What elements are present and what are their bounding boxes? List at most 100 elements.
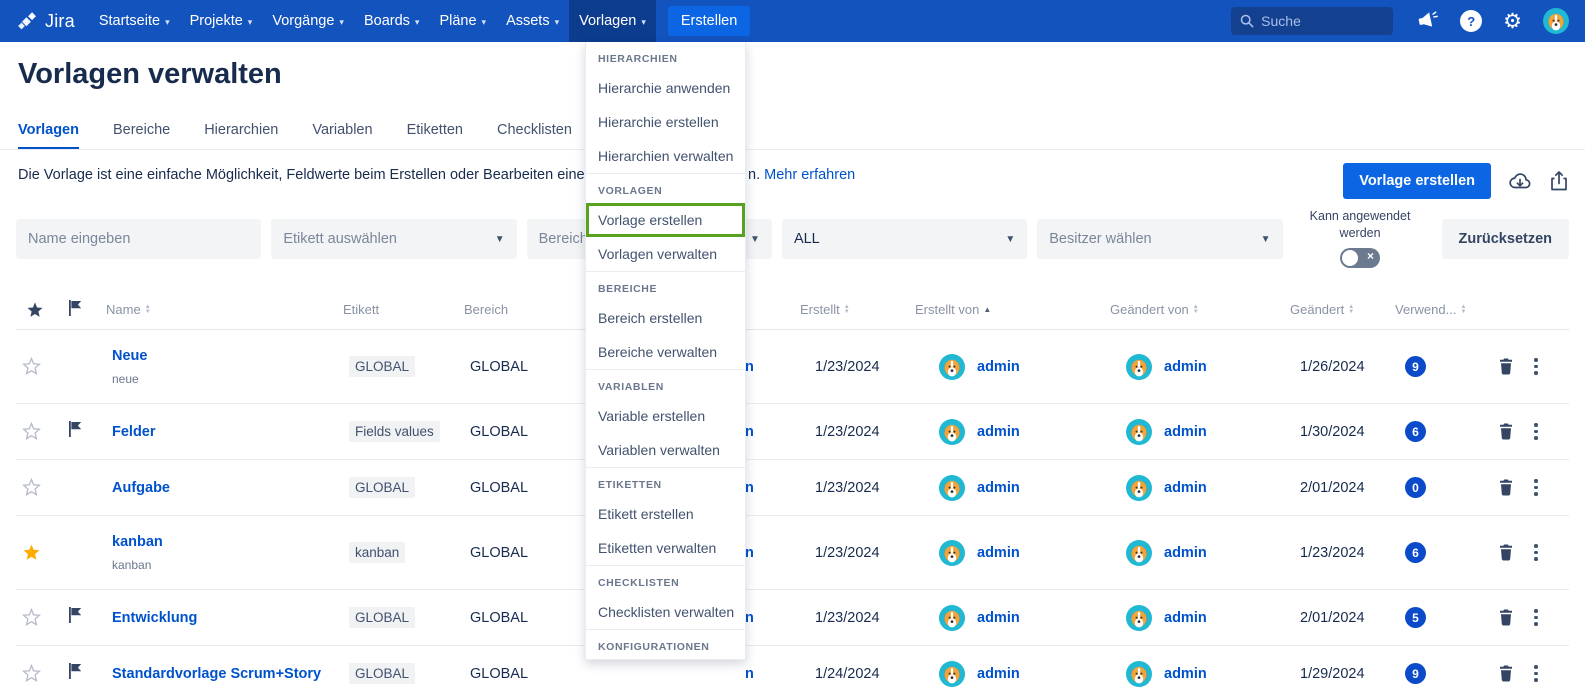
covered-link-fragment[interactable]: n: [745, 424, 754, 440]
created-by-link[interactable]: admin: [977, 610, 1020, 626]
star-toggle-button[interactable]: [22, 664, 60, 683]
template-name-link[interactable]: Felder: [112, 424, 156, 440]
tab-bereiche[interactable]: Bereiche: [113, 122, 170, 149]
nav-search-box[interactable]: [1231, 7, 1393, 35]
nav-menu-item-projekte[interactable]: Projekte ▾: [180, 0, 263, 42]
menu-item-vorlagen-verwalten[interactable]: Vorlagen verwalten: [586, 237, 745, 271]
modified-by-link[interactable]: admin: [1164, 545, 1207, 561]
kebab-menu-icon[interactable]: [1534, 544, 1538, 561]
menu-item-variable-erstellen[interactable]: Variable erstellen: [586, 399, 745, 433]
menu-item-hierarchien-verwalten[interactable]: Hierarchien verwalten: [586, 139, 745, 173]
trash-icon[interactable]: [1498, 358, 1514, 375]
settings-gear-icon[interactable]: ⚙: [1503, 11, 1522, 32]
learn-more-link[interactable]: Mehr erfahren: [764, 167, 855, 183]
nav-menu-item-pläne[interactable]: Pläne ▾: [429, 0, 496, 42]
created-by-link[interactable]: admin: [977, 424, 1020, 440]
menu-item-etiketten-verwalten[interactable]: Etiketten verwalten: [586, 531, 745, 565]
menu-item-variablen-verwalten[interactable]: Variablen verwalten: [586, 433, 745, 467]
template-name-link[interactable]: Standardvorlage Scrum+Story: [112, 666, 321, 682]
menu-item-hierarchie-anwenden[interactable]: Hierarchie anwenden: [586, 71, 745, 105]
menu-item-checklisten-verwalten[interactable]: Checklisten verwalten: [586, 595, 745, 629]
trash-icon[interactable]: [1498, 609, 1514, 626]
covered-link-fragment[interactable]: n: [745, 610, 754, 626]
template-name-link[interactable]: kanban: [112, 534, 163, 550]
user-avatar[interactable]: [1543, 8, 1569, 34]
template-name-link[interactable]: Aufgabe: [112, 480, 170, 496]
table-row: Felder Fields values GLOBAL n 1/23/2024 …: [16, 404, 1569, 460]
nav-menu-item-vorlagen[interactable]: Vorlagen ▾: [569, 0, 656, 42]
name-filter-field[interactable]: [16, 219, 261, 259]
tab-vorlagen[interactable]: Vorlagen: [18, 122, 79, 149]
covered-link-fragment[interactable]: n: [745, 545, 754, 561]
menu-item-etikett-erstellen[interactable]: Etikett erstellen: [586, 497, 745, 531]
created-by-link[interactable]: admin: [977, 666, 1020, 682]
menu-item-vorlage-erstellen[interactable]: Vorlage erstellen: [586, 203, 745, 237]
trash-icon[interactable]: [1498, 479, 1514, 496]
modified-by-link[interactable]: admin: [1164, 480, 1207, 496]
kebab-menu-icon[interactable]: [1534, 423, 1538, 440]
template-name-link[interactable]: Neue: [112, 348, 147, 364]
create-template-button[interactable]: Vorlage erstellen: [1343, 163, 1491, 199]
kebab-menu-icon[interactable]: [1534, 665, 1538, 682]
help-icon[interactable]: ?: [1460, 10, 1482, 32]
label-filter-select[interactable]: Etikett auswählen ▼: [271, 219, 516, 259]
covered-link-fragment[interactable]: n: [745, 480, 754, 496]
covered-link-fragment[interactable]: n: [745, 359, 754, 375]
create-button[interactable]: Erstellen: [668, 6, 750, 36]
tab-bar: Vorlagen Bereiche Hierarchien Variablen …: [0, 116, 1585, 150]
cloud-download-icon[interactable]: [1508, 170, 1532, 192]
kebab-menu-icon[interactable]: [1534, 479, 1538, 496]
menu-item-bereich-erstellen[interactable]: Bereich erstellen: [586, 301, 745, 335]
status-filter-select[interactable]: ALL ▼: [782, 219, 1027, 259]
covered-link-fragment[interactable]: n: [745, 666, 754, 682]
star-toggle-button[interactable]: [22, 422, 60, 441]
megaphone-icon[interactable]: [1417, 11, 1439, 31]
star-toggle-button[interactable]: [22, 478, 60, 497]
star-toggle-button[interactable]: [22, 608, 60, 627]
column-header-name[interactable]: Name ▲▼: [106, 302, 343, 317]
modified-by-link[interactable]: admin: [1164, 610, 1207, 626]
modified-by-link[interactable]: admin: [1164, 424, 1207, 440]
top-navigation-bar: Jira Startseite ▾ Projekte ▾ Vorgänge ▾ …: [0, 0, 1585, 42]
column-header-geändert-von[interactable]: Geändert von ▲▼: [1110, 302, 1290, 317]
star-toggle-button[interactable]: [22, 543, 60, 562]
nav-menu-item-vorgänge[interactable]: Vorgänge ▾: [262, 0, 354, 42]
trash-icon[interactable]: [1498, 423, 1514, 440]
trash-icon[interactable]: [1498, 665, 1514, 682]
nav-menu-item-startseite[interactable]: Startseite ▾: [89, 0, 180, 42]
reset-button[interactable]: Zurücksetzen: [1442, 219, 1569, 259]
nav-menu-item-assets[interactable]: Assets ▾: [496, 0, 569, 42]
column-header-verwend-[interactable]: Verwend... ▲▼: [1395, 302, 1490, 317]
area-value: GLOBAL: [464, 359, 585, 375]
column-header-bereich[interactable]: Bereich: [464, 302, 585, 317]
kebab-menu-icon[interactable]: [1534, 609, 1538, 626]
nav-menu-item-boards[interactable]: Boards ▾: [354, 0, 429, 42]
menu-item-bereiche-verwalten[interactable]: Bereiche verwalten: [586, 335, 745, 369]
modified-by-link[interactable]: admin: [1164, 666, 1207, 682]
export-icon[interactable]: [1549, 170, 1569, 192]
can-apply-toggle[interactable]: ×: [1340, 248, 1380, 268]
user-avatar: [939, 540, 965, 566]
column-header-erstellt-von[interactable]: Erstellt von ▲: [915, 302, 1110, 317]
column-header-etikett[interactable]: Etikett: [343, 302, 464, 317]
tab-checklisten[interactable]: Checklisten: [497, 122, 572, 149]
search-input[interactable]: [1261, 13, 1371, 29]
menu-item-hierarchie-erstellen[interactable]: Hierarchie erstellen: [586, 105, 745, 139]
trash-icon[interactable]: [1498, 544, 1514, 561]
owner-filter-select[interactable]: Besitzer wählen ▼: [1037, 219, 1282, 259]
created-by-link[interactable]: admin: [977, 359, 1020, 375]
name-filter-input[interactable]: [28, 231, 249, 247]
created-by-link[interactable]: admin: [977, 480, 1020, 496]
template-name-link[interactable]: Entwicklung: [112, 610, 197, 626]
column-header-erstellt[interactable]: Erstellt ▲▼: [800, 302, 915, 317]
modified-by-link[interactable]: admin: [1164, 359, 1207, 375]
tab-etiketten[interactable]: Etiketten: [407, 122, 463, 149]
column-header-geändert[interactable]: Geändert ▲▼: [1290, 302, 1395, 317]
created-by-link[interactable]: admin: [977, 545, 1020, 561]
tab-hierarchien[interactable]: Hierarchien: [204, 122, 278, 149]
kebab-menu-icon[interactable]: [1534, 358, 1538, 375]
star-toggle-button[interactable]: [22, 357, 60, 376]
jira-logo[interactable]: Jira: [16, 10, 75, 32]
tab-variablen[interactable]: Variablen: [312, 122, 372, 149]
flag-indicator: [60, 607, 106, 628]
